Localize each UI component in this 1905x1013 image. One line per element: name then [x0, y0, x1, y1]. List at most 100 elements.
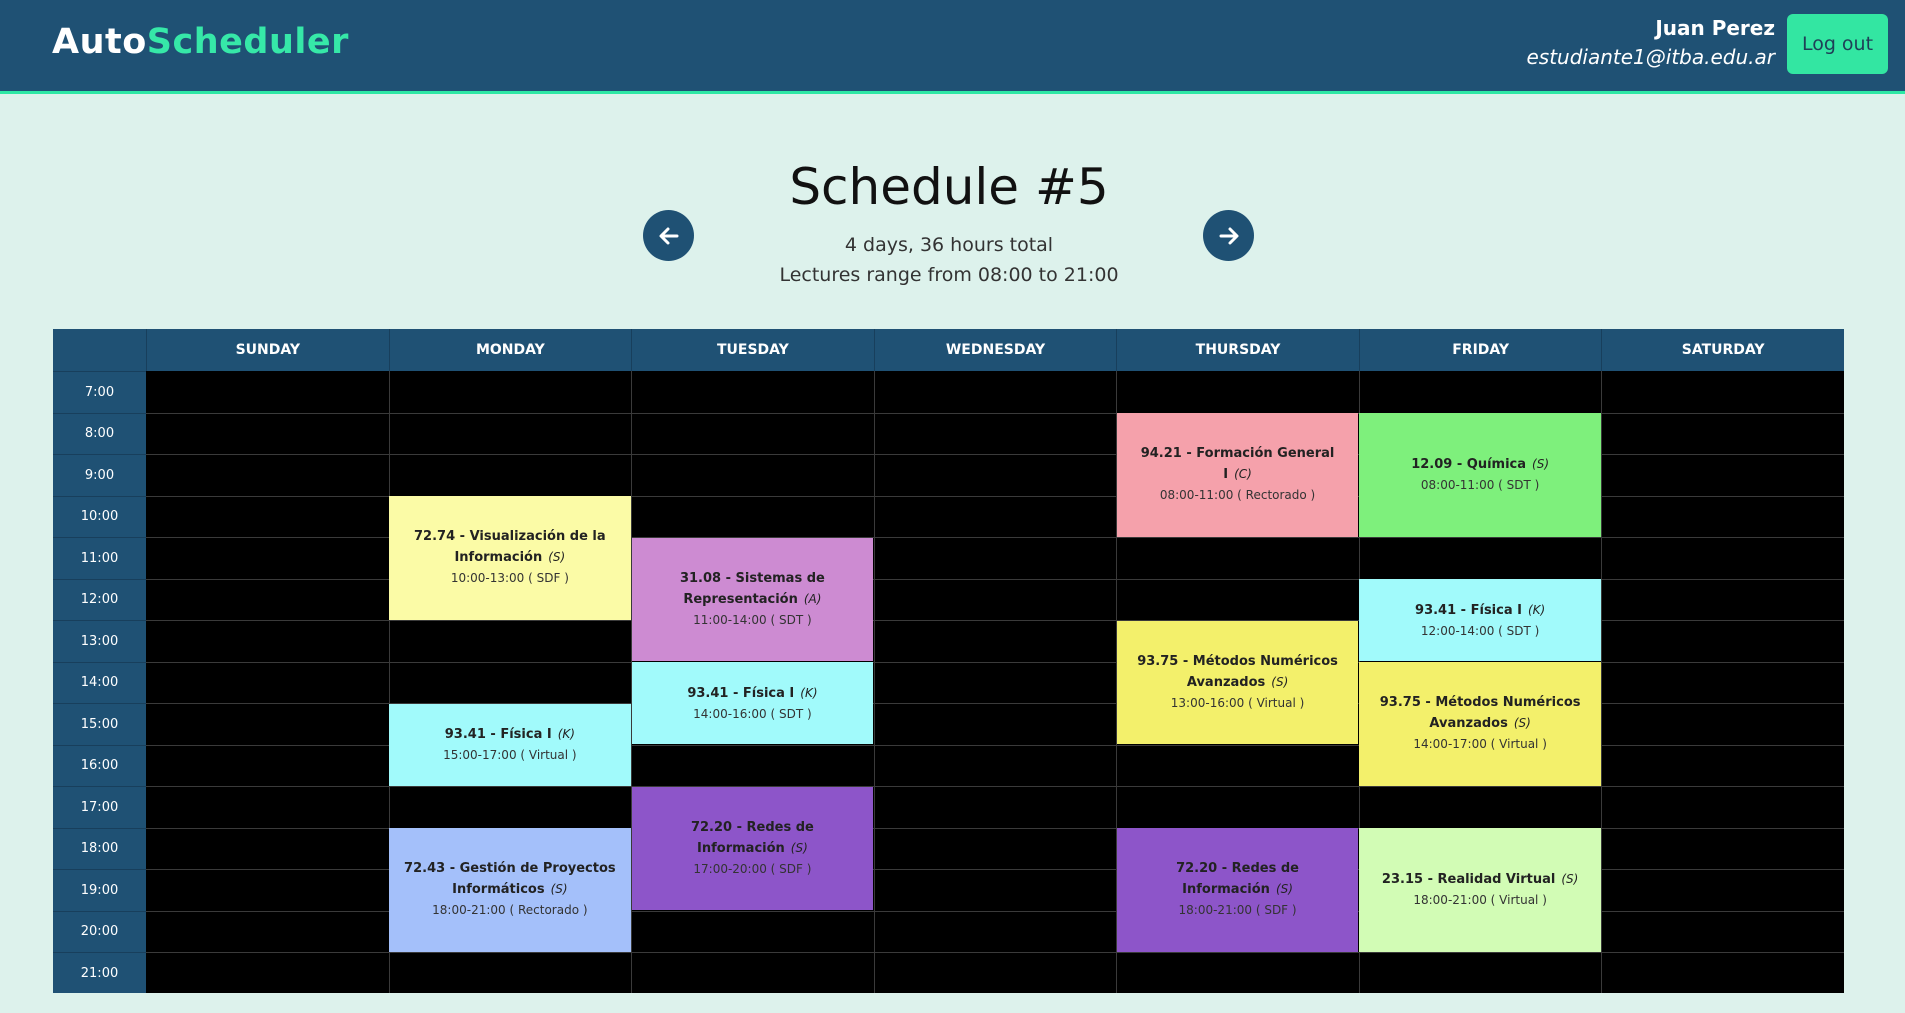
- day-separator: [1601, 371, 1603, 993]
- user-email: estudiante1@itba.edu.ar: [1526, 45, 1775, 69]
- course-code: 12.09: [1411, 457, 1467, 472]
- course-block[interactable]: 12.09Química (S) 08:00-11:00 ( SDT ): [1359, 413, 1601, 537]
- calendar-grid: 7:00 8:00 9:00 10:00 11:00 12:00 13:00 14:00 15:…: [53, 329, 1844, 993]
- hour-separator: [146, 786, 1844, 787]
- course-type: (S): [1271, 674, 1289, 689]
- course-title: 23.15Realidad Virtual (S): [1382, 869, 1578, 890]
- time-label: 10:00: [53, 495, 146, 538]
- course-name: Visualización de la Información: [454, 529, 606, 566]
- course-time-location: 17:00-20:00 ( SDF ): [693, 861, 812, 876]
- course-type: (K): [1527, 602, 1546, 617]
- course-type: (K): [557, 727, 575, 741]
- course-title: 93.75Métodos Numéricos Avanzados(S): [1129, 652, 1347, 693]
- course-title: 93.41Física I (K): [687, 683, 817, 704]
- day-header-sunday: SUNDAY: [146, 329, 389, 371]
- course-type: (S): [1513, 716, 1531, 731]
- time-column: 7:00 8:00 9:00 10:00 11:00 12:00 13:00 14:00 15:…: [53, 329, 146, 993]
- course-title: 12.09Química (S): [1411, 454, 1549, 475]
- course-block[interactable]: 93.41Física I (K) 12:00-14:00 ( SDT ): [1359, 579, 1601, 661]
- day-header-tuesday: TUESDAY: [631, 329, 874, 371]
- course-title: 72.20Redes de Información(S): [1129, 859, 1347, 900]
- course-title: 93.41Física I (K): [1415, 600, 1545, 621]
- day-header-saturday: SATURDAY: [1601, 329, 1844, 371]
- course-type: (S): [790, 840, 808, 855]
- course-code: 93.41: [687, 686, 743, 701]
- course-time-location: 10:00-13:00 ( SDF ): [450, 571, 569, 586]
- time-label: 14:00: [53, 661, 146, 704]
- course-type: (A): [803, 591, 822, 606]
- course-type: (K): [800, 685, 818, 700]
- course-type: (C): [1234, 467, 1252, 482]
- course-time-location: 15:00-17:00 ( Virtual ): [443, 748, 577, 762]
- course-time-location: 08:00-11:00 ( SDT ): [1420, 478, 1540, 493]
- course-time-location: 11:00-14:00 ( SDT ): [693, 612, 812, 627]
- course-type: (S): [1561, 872, 1579, 887]
- course-code: 94.21: [1141, 446, 1197, 461]
- course-type: (S): [1275, 882, 1293, 897]
- course-block[interactable]: 72.20Redes de Información(S) 17:00-20:00 …: [631, 786, 874, 910]
- course-name: Física I: [500, 727, 552, 742]
- time-label: 7:00: [53, 371, 146, 413]
- course-type: (S): [550, 882, 568, 897]
- time-label: 8:00: [53, 412, 146, 455]
- course-title: 94.21Formación General I(C): [1129, 444, 1347, 485]
- course-title: 72.43Gestión de Proyectos Informáticos(S…: [401, 859, 619, 900]
- course-code: 93.41: [1415, 603, 1471, 618]
- course-block[interactable]: 23.15Realidad Virtual (S) 18:00-21:00 ( Vi…: [1359, 828, 1601, 952]
- course-block[interactable]: 93.75Métodos Numéricos Avanzados(S) 13:00…: [1116, 620, 1359, 744]
- course-block[interactable]: 72.74Visualización de la Información(S) 1…: [389, 496, 631, 620]
- course-name: Química: [1466, 457, 1527, 473]
- day-separator: [873, 371, 875, 993]
- user-info: Juan Perez estudiante1@itba.edu.ar: [1526, 16, 1775, 69]
- lecture-range: Lectures range from 08:00 to 21:00: [779, 264, 1119, 286]
- app-logo[interactable]: AutoScheduler: [52, 22, 349, 62]
- course-name: Métodos Numéricos Avanzados: [1429, 695, 1581, 732]
- course-block[interactable]: 93.75Métodos Numéricos Avanzados(S) 14:00…: [1359, 662, 1601, 786]
- time-label: 16:00: [53, 744, 146, 787]
- hour-separator: [146, 952, 1844, 953]
- course-title: 72.20Redes de Información(S): [644, 818, 862, 859]
- time-label: 11:00: [53, 537, 146, 579]
- time-label: 20:00: [53, 910, 146, 953]
- time-label: 17:00: [53, 786, 146, 828]
- time-label: 12:00: [53, 578, 146, 621]
- day-header-monday: MONDAY: [388, 329, 632, 371]
- course-block[interactable]: 72.43Gestión de Proyectos Informáticos(S…: [389, 828, 631, 952]
- course-name: Física I: [1470, 602, 1522, 618]
- course-name: Realidad Virtual: [1437, 872, 1556, 888]
- course-block[interactable]: 31.08Sistemas de Representación(A) 11:00-…: [631, 537, 874, 661]
- course-code: 93.75: [1380, 695, 1436, 710]
- course-time-location: 18:00-21:00 ( SDF ): [1178, 903, 1297, 918]
- course-code: 93.75: [1137, 654, 1193, 669]
- course-title: 93.41Física I (K): [445, 724, 575, 745]
- course-title: 31.08Sistemas de Representación(A): [644, 569, 862, 610]
- course-block[interactable]: 93.41Física I (K) 15:00-17:00 ( Virtual ): [389, 703, 631, 786]
- time-label: 18:00: [53, 827, 146, 870]
- logout-button[interactable]: Log out: [1787, 14, 1888, 74]
- course-code: 72.74: [414, 529, 470, 544]
- course-time-location: 18:00-21:00 ( Rectorado ): [432, 903, 588, 918]
- logo-text-scheduler: Scheduler: [146, 22, 349, 62]
- course-name: Física I: [742, 685, 795, 701]
- course-time-location: 08:00-11:00 ( Rectorado ): [1159, 488, 1316, 503]
- course-code: 93.41: [445, 727, 501, 742]
- course-time-location: 14:00-16:00 ( SDT ): [693, 706, 812, 721]
- page-title: Schedule #5: [789, 158, 1109, 216]
- day-header-wednesday: WEDNESDAY: [873, 329, 1117, 371]
- day-header-thursday: THURSDAY: [1116, 329, 1359, 371]
- course-name: Formación General I: [1196, 446, 1335, 483]
- time-label: 15:00: [53, 703, 146, 745]
- course-type: (S): [548, 550, 566, 565]
- course-time-location: 13:00-16:00 ( Virtual ): [1170, 695, 1305, 710]
- time-label: 13:00: [53, 620, 146, 662]
- course-block[interactable]: 93.41Física I (K) 14:00-16:00 ( SDT ): [631, 662, 874, 744]
- course-code: 31.08: [680, 571, 736, 586]
- course-block[interactable]: 72.20Redes de Información(S) 18:00-21:00 …: [1116, 828, 1359, 952]
- course-type: (S): [1532, 457, 1550, 472]
- course-code: 72.20: [1176, 861, 1232, 876]
- course-time-location: 12:00-14:00 ( SDT ): [1420, 623, 1540, 638]
- day-header-friday: FRIDAY: [1358, 329, 1602, 371]
- course-code: 72.20: [691, 820, 747, 835]
- course-title: 93.75Métodos Numéricos Avanzados(S): [1371, 693, 1589, 734]
- course-block[interactable]: 94.21Formación General I(C) 08:00-11:00 (…: [1116, 413, 1359, 537]
